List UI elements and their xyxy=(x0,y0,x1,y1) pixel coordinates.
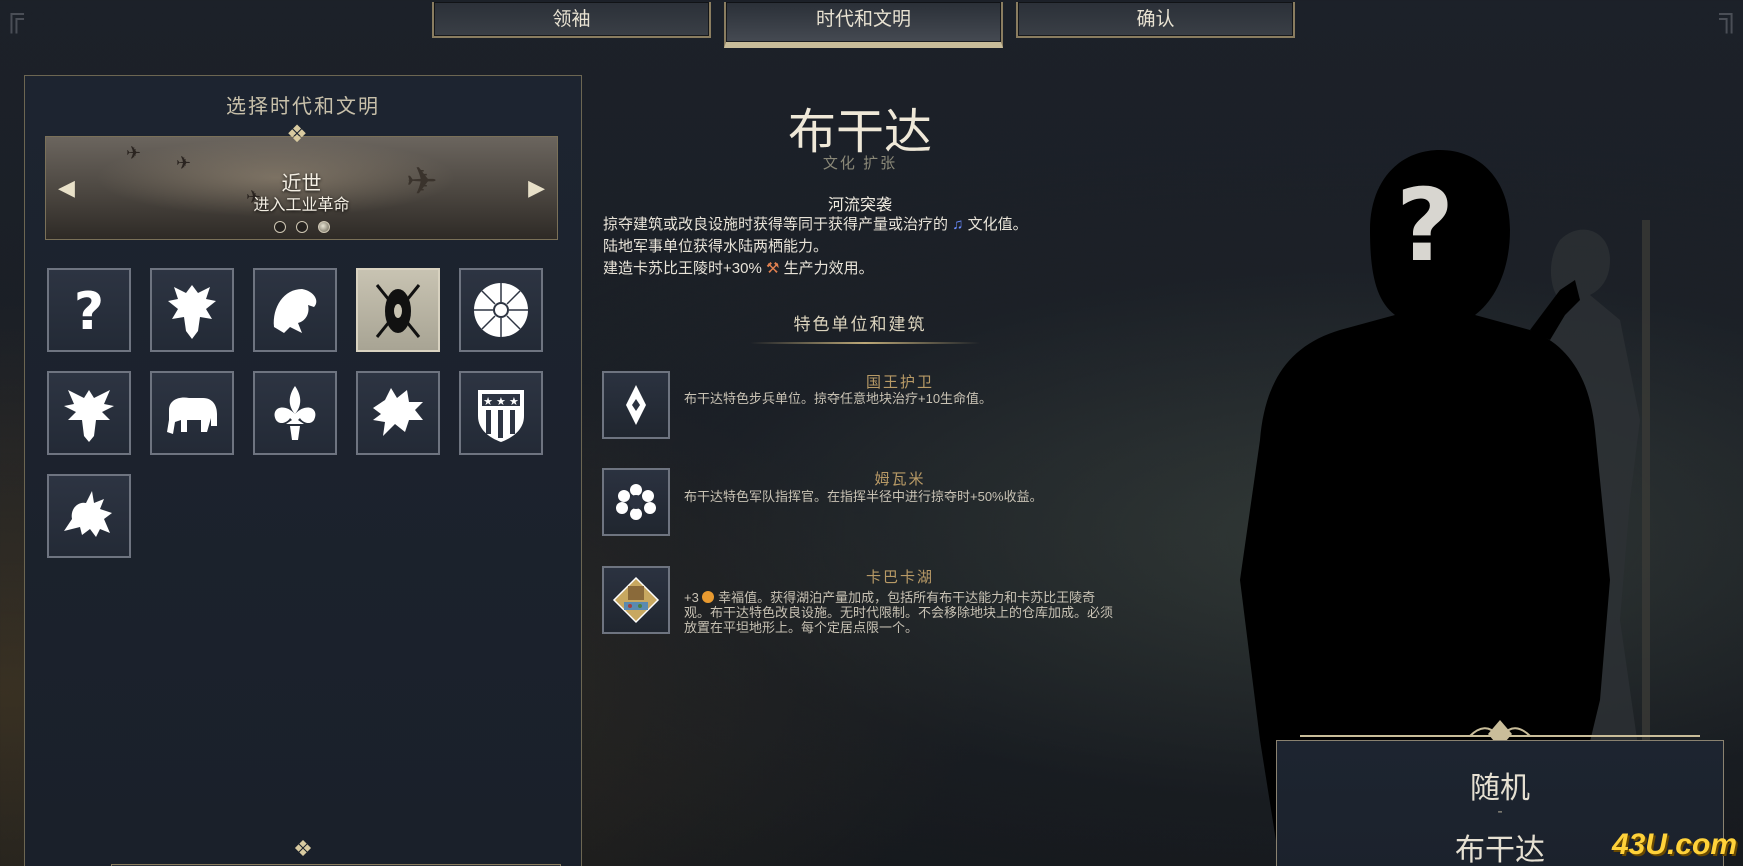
unique-description: 布干达特色步兵单位。掠夺任意地块治疗+10生命值。 xyxy=(684,391,993,406)
svg-text:?: ? xyxy=(74,282,104,342)
civ-tags: 文化 扩张 xyxy=(822,155,898,172)
era-dot-3[interactable] xyxy=(317,221,330,233)
eagle-spread-icon xyxy=(64,390,114,442)
unique-description: 布干达特色军队指挥官。在指挥半径中进行掠夺时+50%收益。 xyxy=(684,489,1043,504)
corner-ornament-right: ╗ xyxy=(1719,0,1739,31)
unique-description: +3 幸福值。获得湖泊产量加成，包括所有布干达能力和卡苏比王陵奇观。布干达特色改… xyxy=(684,590,1114,635)
era-ornament: ❖ xyxy=(286,121,308,148)
unique-commander-icon[interactable] xyxy=(602,468,670,536)
civ-buganda[interactable] xyxy=(356,268,440,352)
mystery-question-icon: ? xyxy=(1396,167,1454,284)
civ-prussia[interactable] xyxy=(47,371,131,455)
civ-lion-griffin[interactable] xyxy=(47,474,131,558)
tab-leader[interactable]: 领袖 xyxy=(432,2,711,38)
unique-name: 国王护卫 xyxy=(865,374,934,391)
ability-description: 掠夺建筑或改良设施时获得等同于获得产量或治疗的 ♫ 文化值。 陆地军事单位获得水… xyxy=(603,216,1083,282)
ability-line-1: 掠夺建筑或改良设施时获得等同于获得产量或治疗的 xyxy=(603,216,949,233)
chrysanthemum-icon xyxy=(474,283,528,337)
double-headed-eagle-icon xyxy=(168,285,216,339)
tab-era-civilization[interactable]: 时代和文明 xyxy=(724,2,1003,48)
corner-ornament-left: ╔ xyxy=(4,0,24,31)
question-mark-icon: ? xyxy=(74,282,104,342)
stars-stripes-shield-icon: ★ ★ ★ xyxy=(478,390,524,442)
shield-spears-icon xyxy=(375,284,421,338)
ability-line-2: 陆地军事单位获得水陆两栖能力。 xyxy=(603,238,829,255)
unique-name: 卡巴卡湖 xyxy=(865,569,934,586)
elephant-icon xyxy=(167,397,217,434)
lake-building-icon xyxy=(612,576,660,624)
unique-improvement-icon[interactable] xyxy=(602,566,670,634)
leader-name: 随机 xyxy=(1470,772,1530,805)
civ-russia[interactable] xyxy=(150,268,234,352)
site-watermark: 43U.com xyxy=(1611,828,1737,861)
dragon-head-icon xyxy=(373,388,423,436)
hammer-icon: ⚒ xyxy=(765,260,780,277)
civ-griffin[interactable] xyxy=(253,268,337,352)
era-dot-1[interactable] xyxy=(273,221,286,233)
era-dot-2[interactable] xyxy=(295,221,308,233)
fleur-de-lis-icon xyxy=(274,386,316,440)
era-subtitle: 进入工业革命 xyxy=(253,197,350,214)
unique-description-text: 幸福值。获得湖泊产量加成，包括所有布干达能力和卡苏比王陵奇观。布干达特色改良设施… xyxy=(684,590,1114,635)
unique-unit-icon[interactable] xyxy=(602,371,670,439)
culture-icon: ♫ xyxy=(952,216,964,233)
separator-dash: - xyxy=(1497,803,1503,820)
civ-japan[interactable] xyxy=(459,268,543,352)
civ-france[interactable] xyxy=(253,371,337,455)
civ-siam[interactable] xyxy=(150,371,234,455)
lion-griffin-icon xyxy=(64,491,112,537)
diamond-shield-icon xyxy=(626,385,646,425)
plane-decoration: ✈ xyxy=(126,143,142,163)
bottom-ornament: ❖ xyxy=(293,836,313,861)
panel-title: 选择时代和文明 xyxy=(226,96,380,118)
happiness-icon xyxy=(702,591,715,603)
ability-line-1-end: 文化值。 xyxy=(967,216,1028,233)
era-banner: ✈ ✈ ✈ ✈ ◀ ▶ 近世 进入工业革命 xyxy=(45,136,558,240)
happiness-amount: +3 xyxy=(684,590,699,605)
tab-confirm[interactable]: 确认 xyxy=(1016,2,1295,38)
ability-name: 河流突袭 xyxy=(827,197,892,214)
ability-line-3: 建造卡苏比王陵时+30% xyxy=(603,260,762,277)
civ-random[interactable]: ? xyxy=(47,268,131,352)
section-divider xyxy=(750,342,980,344)
civ-qing[interactable] xyxy=(356,371,440,455)
unique-name: 姆瓦米 xyxy=(874,471,926,488)
ability-line-3-end: 生产力效用。 xyxy=(783,260,874,277)
griffin-head-icon xyxy=(273,289,317,333)
ring-of-shields-icon xyxy=(616,484,656,520)
section-title: 特色单位和建筑 xyxy=(793,315,927,334)
civ-america[interactable]: ★ ★ ★ xyxy=(459,371,543,455)
svg-text:★ ★ ★: ★ ★ ★ xyxy=(483,396,519,408)
era-pagination xyxy=(273,221,330,233)
civ-selection-panel: 选择时代和文明 ✈ ✈ ✈ ✈ ◀ ▶ 近世 进入工业革命 ❖ ? ★ ★ ★ … xyxy=(24,75,582,866)
